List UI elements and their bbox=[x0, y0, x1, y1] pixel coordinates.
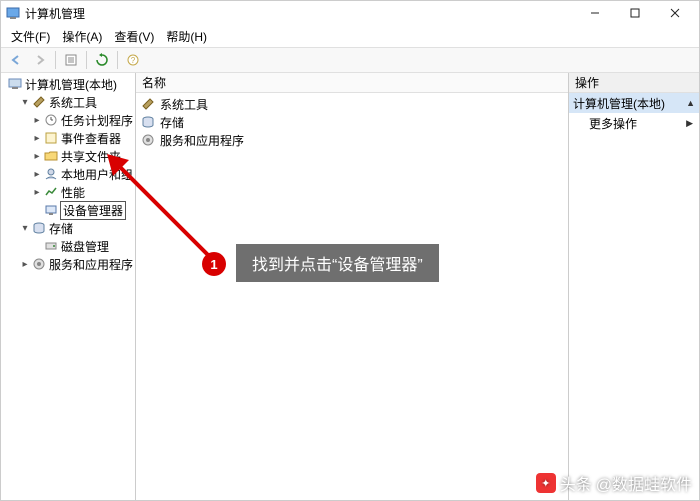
menubar: 文件(F) 操作(A) 查看(V) 帮助(H) bbox=[1, 25, 699, 47]
menu-file[interactable]: 文件(F) bbox=[5, 26, 56, 47]
menu-help[interactable]: 帮助(H) bbox=[160, 26, 213, 47]
svg-text:?: ? bbox=[131, 56, 136, 65]
tree-device-manager[interactable]: 设备管理器 bbox=[3, 201, 135, 219]
chevron-right-icon: ▶ bbox=[686, 118, 693, 129]
watermark: ✦ 头条 @数据蛙软件 bbox=[536, 471, 692, 495]
list-pane: 名称 系统工具 存储 服务和应用程序 bbox=[136, 73, 569, 500]
minimize-button[interactable] bbox=[575, 1, 615, 25]
action-header[interactable]: 计算机管理(本地) ▲ bbox=[569, 93, 699, 113]
annotation-callout: 找到并点击“设备管理器” bbox=[236, 244, 439, 282]
disk-icon bbox=[43, 238, 59, 254]
tree-storage[interactable]: ▾ 存储 bbox=[3, 219, 135, 237]
chevron-up-icon: ▲ bbox=[686, 98, 695, 108]
computer-icon bbox=[7, 76, 23, 92]
annotation-step-badge: 1 bbox=[202, 252, 226, 276]
tools-icon bbox=[140, 96, 156, 112]
tools-icon bbox=[31, 94, 47, 110]
device-icon bbox=[43, 202, 59, 218]
event-icon bbox=[43, 130, 59, 146]
menu-operate[interactable]: 操作(A) bbox=[56, 26, 108, 47]
list-item-services-apps[interactable]: 服务和应用程序 bbox=[138, 131, 566, 149]
expand-icon[interactable]: ▸ bbox=[19, 259, 31, 270]
tree-pane[interactable]: 计算机管理(本地) ▾ 系统工具 ▸ 任务计划程序 ▸ 事件查看器 ▸ 共享文件… bbox=[1, 73, 136, 500]
collapse-icon[interactable]: ▾ bbox=[19, 97, 31, 108]
toolbar-separator bbox=[55, 51, 56, 69]
tree-local-users[interactable]: ▸ 本地用户和组 bbox=[3, 165, 135, 183]
storage-icon bbox=[31, 220, 47, 236]
users-icon bbox=[43, 166, 59, 182]
properties-button[interactable] bbox=[60, 49, 82, 71]
toolbar-separator bbox=[86, 51, 87, 69]
toolbar: ? bbox=[1, 47, 699, 73]
app-icon bbox=[5, 5, 21, 21]
tree-system-tools[interactable]: ▾ 系统工具 bbox=[3, 93, 135, 111]
expand-icon[interactable]: ▸ bbox=[31, 151, 43, 162]
help-button[interactable]: ? bbox=[122, 49, 144, 71]
forward-button[interactable] bbox=[29, 49, 51, 71]
watermark-icon: ✦ bbox=[536, 473, 556, 493]
refresh-button[interactable] bbox=[91, 49, 113, 71]
folder-icon bbox=[43, 148, 59, 164]
body: 计算机管理(本地) ▾ 系统工具 ▸ 任务计划程序 ▸ 事件查看器 ▸ 共享文件… bbox=[1, 73, 699, 500]
tree-event-viewer[interactable]: ▸ 事件查看器 bbox=[3, 129, 135, 147]
tree-performance[interactable]: ▸ 性能 bbox=[3, 183, 135, 201]
close-button[interactable] bbox=[655, 1, 695, 25]
action-pane: 操作 计算机管理(本地) ▲ 更多操作 ▶ bbox=[569, 73, 699, 500]
tree-disk-management[interactable]: 磁盘管理 bbox=[3, 237, 135, 255]
services-icon bbox=[140, 132, 156, 148]
action-more[interactable]: 更多操作 ▶ bbox=[569, 113, 699, 133]
expand-icon[interactable]: ▸ bbox=[31, 133, 43, 144]
clock-icon bbox=[43, 112, 59, 128]
window-title: 计算机管理 bbox=[25, 5, 85, 22]
services-icon bbox=[31, 256, 47, 272]
tree-services-apps[interactable]: ▸ 服务和应用程序 bbox=[3, 255, 135, 273]
list-body[interactable]: 系统工具 存储 服务和应用程序 bbox=[136, 93, 568, 500]
menu-view[interactable]: 查看(V) bbox=[108, 26, 160, 47]
expand-icon[interactable]: ▸ bbox=[31, 115, 43, 126]
back-button[interactable] bbox=[5, 49, 27, 71]
tree-task-scheduler[interactable]: ▸ 任务计划程序 bbox=[3, 111, 135, 129]
action-pane-title: 操作 bbox=[569, 73, 699, 93]
expand-icon[interactable]: ▸ bbox=[31, 187, 43, 198]
list-item-storage[interactable]: 存储 bbox=[138, 113, 566, 131]
tree-root[interactable]: 计算机管理(本地) bbox=[3, 75, 135, 93]
performance-icon bbox=[43, 184, 59, 200]
expand-icon[interactable]: ▸ bbox=[31, 169, 43, 180]
maximize-button[interactable] bbox=[615, 1, 655, 25]
list-header-name[interactable]: 名称 bbox=[136, 73, 568, 93]
toolbar-separator bbox=[117, 51, 118, 69]
tree-shared-folders[interactable]: ▸ 共享文件夹 bbox=[3, 147, 135, 165]
list-item-system-tools[interactable]: 系统工具 bbox=[138, 95, 566, 113]
collapse-icon[interactable]: ▾ bbox=[19, 223, 31, 234]
titlebar: 计算机管理 bbox=[1, 1, 699, 25]
storage-icon bbox=[140, 114, 156, 130]
